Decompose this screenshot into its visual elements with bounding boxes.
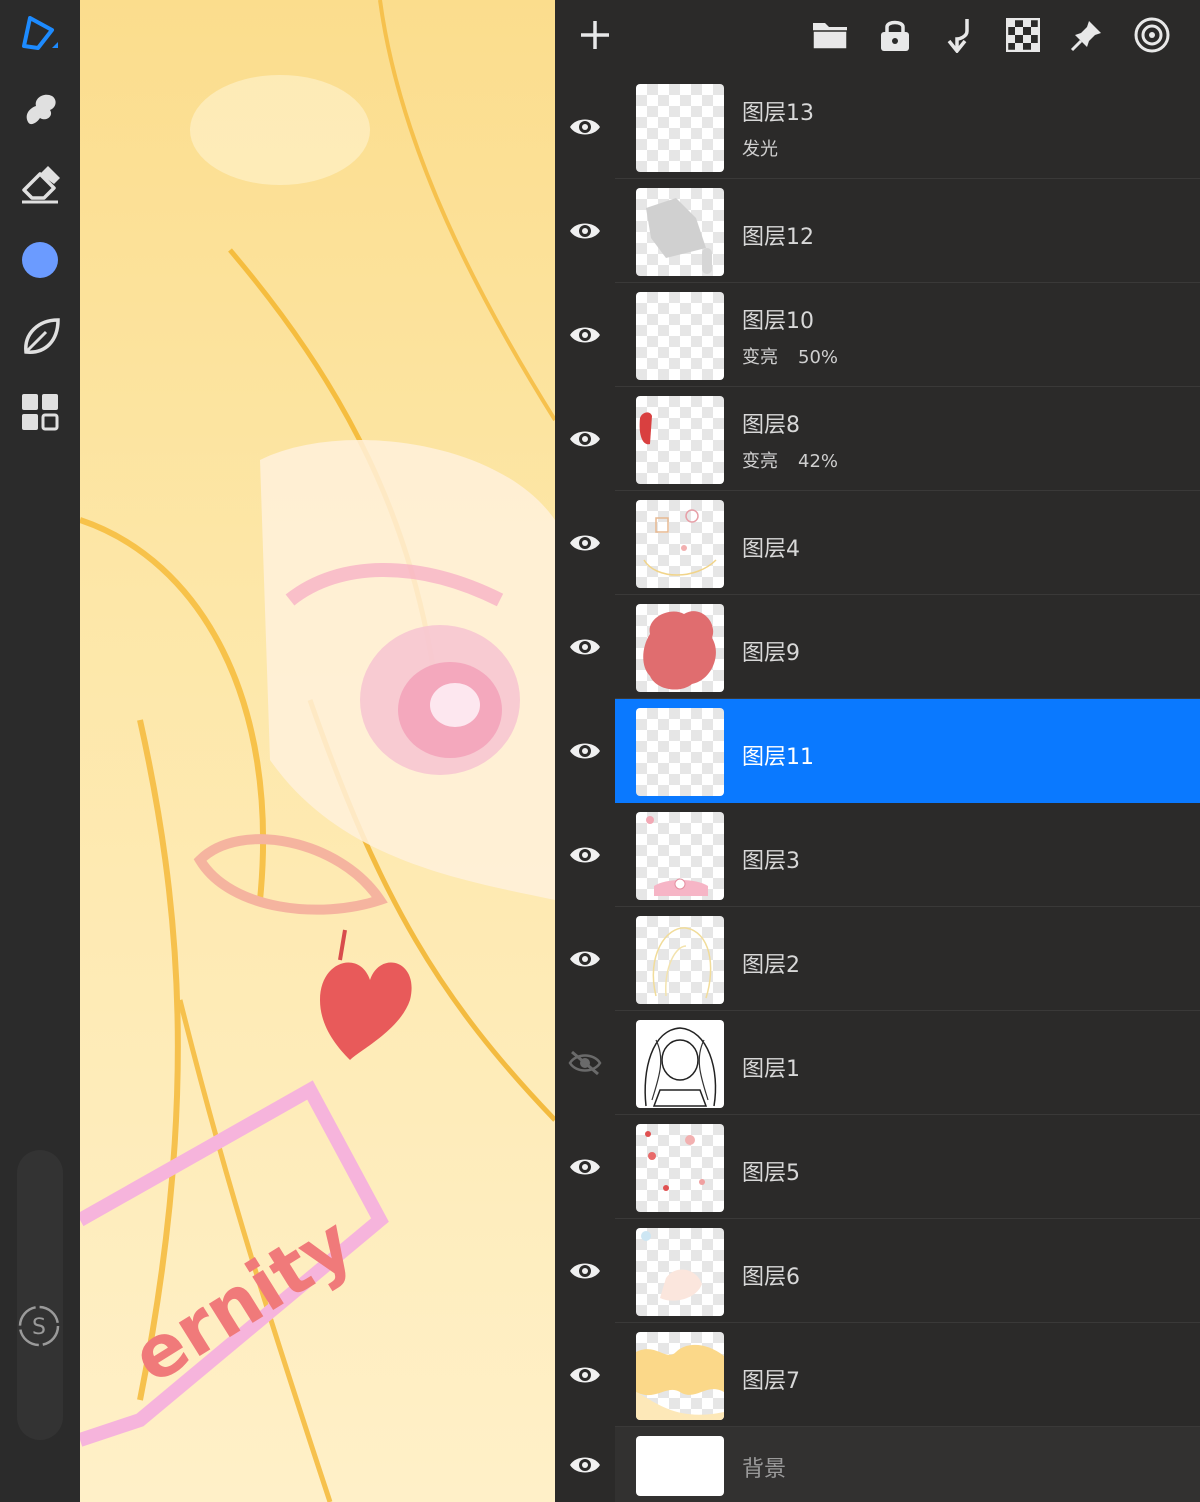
layer-row[interactable]: 图层7 bbox=[570, 1323, 1200, 1427]
layer-name: 图层7 bbox=[742, 1369, 800, 1394]
layer-name: 图层2 bbox=[742, 953, 800, 978]
layer-name: 背景 bbox=[742, 1457, 787, 1482]
layer-row[interactable]: 图层4 bbox=[570, 491, 1200, 595]
s-button[interactable]: S bbox=[17, 1304, 61, 1348]
eye-hidden-icon[interactable] bbox=[555, 1011, 615, 1114]
layer-thumbnail bbox=[636, 188, 724, 276]
add-icon[interactable] bbox=[573, 13, 617, 57]
layer-thumbnail bbox=[636, 1436, 724, 1496]
s-button-label: S bbox=[32, 1315, 46, 1340]
layer-blend: 变亮 bbox=[742, 347, 778, 368]
layer-thumbnail bbox=[636, 292, 724, 380]
layer-thumbnail bbox=[636, 708, 724, 796]
layer-row[interactable]: 图层1 bbox=[568, 1011, 1200, 1115]
smudge-icon[interactable] bbox=[14, 82, 66, 134]
layer-thumbnail bbox=[636, 500, 724, 588]
eye-icon[interactable] bbox=[555, 699, 615, 802]
layer-name: 图层5 bbox=[742, 1161, 800, 1186]
layer-blend-mode: 发光 bbox=[742, 135, 778, 161]
layer-thumbnail bbox=[636, 1332, 724, 1420]
layer-name: 图层4 bbox=[742, 537, 800, 562]
layer-name: 图层8 bbox=[742, 413, 800, 438]
layer-name: 图层10 bbox=[742, 309, 814, 334]
pin-icon[interactable] bbox=[1065, 13, 1109, 57]
layer-row-selected[interactable]: 图层11 bbox=[570, 699, 1200, 803]
layer-name: 图层11 bbox=[742, 745, 814, 770]
layer-name: 图层1 bbox=[742, 1057, 800, 1082]
drawing-canvas[interactable]: ernity bbox=[80, 0, 555, 1502]
layers-grid-icon[interactable] bbox=[14, 386, 66, 438]
layer-blend-mode: 变亮 50% bbox=[742, 343, 838, 369]
eye-icon[interactable] bbox=[555, 491, 615, 594]
eye-icon[interactable] bbox=[555, 1115, 615, 1218]
layer-thumbnail bbox=[636, 1020, 724, 1108]
layer-opacity: 42% bbox=[798, 451, 839, 472]
brush-size-slider[interactable] bbox=[17, 1150, 63, 1440]
brush-logo-icon[interactable] bbox=[14, 6, 66, 58]
layer-name: 图层6 bbox=[742, 1265, 800, 1290]
eye-icon[interactable] bbox=[555, 595, 615, 698]
layer-row[interactable]: 图层8 变亮 42% bbox=[570, 387, 1200, 491]
layer-opacity: 50% bbox=[798, 347, 839, 368]
layer-blend-mode: 变亮 42% bbox=[742, 447, 838, 473]
layer-thumbnail bbox=[636, 1228, 724, 1316]
lock-icon[interactable] bbox=[873, 13, 917, 57]
layer-row-background[interactable]: 背景 bbox=[570, 1427, 1200, 1502]
layer-row[interactable]: 图层9 bbox=[570, 595, 1200, 699]
eye-icon[interactable] bbox=[555, 1219, 615, 1322]
layer-row[interactable]: 图层12 bbox=[570, 179, 1200, 283]
layer-row[interactable]: 图层2 bbox=[570, 907, 1200, 1011]
eye-icon[interactable] bbox=[555, 1427, 615, 1502]
layer-row[interactable]: 图层3 bbox=[570, 803, 1200, 907]
layer-thumbnail bbox=[636, 812, 724, 900]
eye-icon[interactable] bbox=[555, 387, 615, 490]
left-toolbar: S bbox=[0, 0, 80, 1502]
color-swatch[interactable] bbox=[14, 234, 66, 286]
layer-row[interactable]: 图层5 bbox=[570, 1115, 1200, 1219]
checkerboard-icon[interactable] bbox=[1001, 13, 1045, 57]
eye-icon[interactable] bbox=[555, 803, 615, 906]
layer-thumbnail bbox=[636, 1124, 724, 1212]
layer-row[interactable]: 图层13 发光 bbox=[570, 75, 1200, 179]
eye-icon[interactable] bbox=[555, 283, 615, 386]
eye-icon[interactable] bbox=[555, 907, 615, 1010]
eye-icon[interactable] bbox=[555, 1323, 615, 1426]
layer-blend: 发光 bbox=[742, 139, 778, 160]
layer-thumbnail bbox=[636, 396, 724, 484]
folder-icon[interactable] bbox=[808, 13, 852, 57]
leaf-icon[interactable] bbox=[14, 310, 66, 362]
layer-name: 图层3 bbox=[742, 849, 800, 874]
eye-icon[interactable] bbox=[555, 75, 615, 178]
layer-row[interactable]: 图层10 变亮 50% bbox=[570, 283, 1200, 387]
layer-blend: 变亮 bbox=[742, 451, 778, 472]
artwork: ernity bbox=[80, 0, 555, 1502]
layer-thumbnail bbox=[636, 84, 724, 172]
eraser-icon[interactable] bbox=[14, 158, 66, 210]
layer-thumbnail bbox=[636, 916, 724, 1004]
layers-panel: 图层13 发光 图层12 图层10 变亮 50% 图层8 变亮 42% 图层4 图层… bbox=[555, 0, 1200, 1502]
eye-icon[interactable] bbox=[555, 179, 615, 282]
merge-down-icon[interactable] bbox=[938, 13, 982, 57]
layer-name: 图层12 bbox=[742, 225, 814, 250]
layer-row[interactable]: 图层6 bbox=[570, 1219, 1200, 1323]
layer-name: 图层13 bbox=[742, 101, 814, 126]
layers-toolbar bbox=[555, 0, 1200, 75]
layer-name: 图层9 bbox=[742, 641, 800, 666]
layer-thumbnail bbox=[636, 604, 724, 692]
target-icon[interactable] bbox=[1130, 13, 1174, 57]
